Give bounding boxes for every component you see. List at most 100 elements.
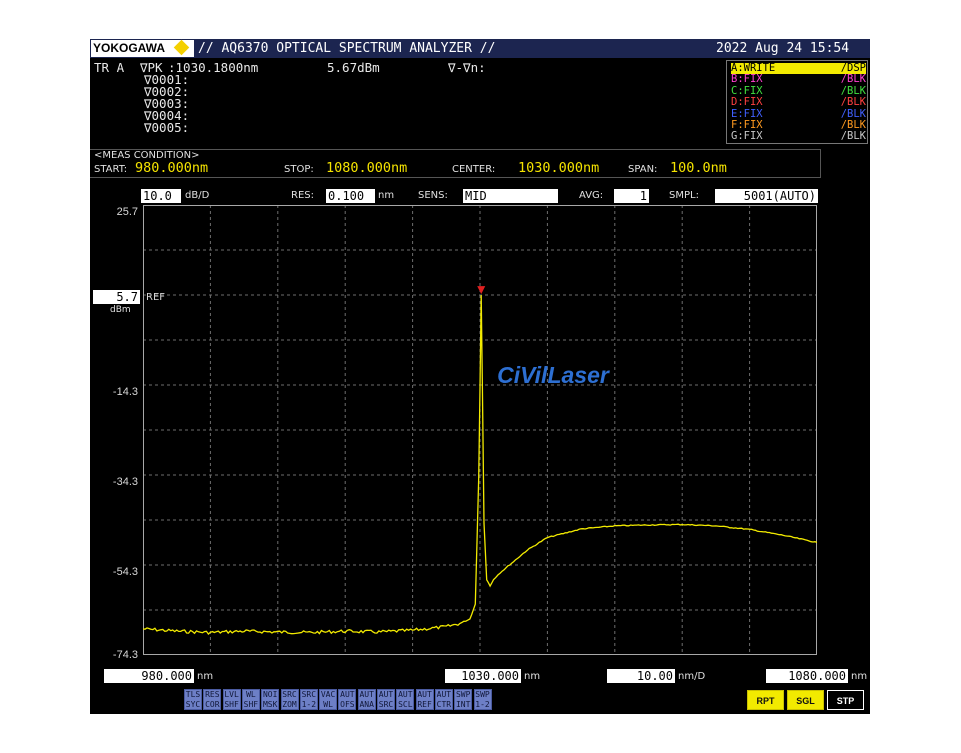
softkey-label-bottom: SHF — [224, 700, 239, 709]
softkey-label-bottom: ANA — [359, 700, 374, 709]
softkey-label-top: AUT — [417, 690, 432, 699]
start-label: START: — [94, 164, 128, 175]
softkey-label-bottom: WL — [323, 700, 333, 709]
y-tick-label: -74.3 — [112, 649, 138, 661]
softkey-button[interactable]: SRC ZOM — [280, 689, 299, 710]
y-tick-label: -54.3 — [112, 566, 138, 578]
softkey-label-top: AUT — [398, 690, 413, 699]
stop-label: STOP: — [284, 164, 314, 175]
trace-name: B:FIX — [731, 73, 763, 86]
softkey-label-bottom: INT — [455, 700, 471, 709]
softkey-label-top: NOI — [262, 690, 278, 699]
y-tick-label: -34.3 — [112, 476, 138, 488]
stop-value[interactable]: 1080.000nm — [326, 160, 407, 176]
trace-status-table: A:WRITE/DSP B:FIX/BLK C:FIX/BLK D:FIX/BLK E:… — [726, 60, 868, 144]
softkey-label-bottom: OFS — [340, 700, 355, 709]
ref-unit: dBm — [110, 305, 131, 315]
softkey-label-top: VAC — [320, 690, 336, 699]
softkey-label-bottom: SRC — [378, 700, 394, 709]
sens-field[interactable]: MID — [463, 189, 558, 203]
x-unit-stop: nm — [851, 671, 868, 682]
softkey-button[interactable]: NOI MSK — [261, 689, 280, 710]
trace-name: D:FIX — [731, 96, 763, 109]
softkey-label-top: LVL — [224, 690, 239, 699]
softkey-label-bottom: SHF — [243, 700, 259, 709]
trace-status-row[interactable]: B:FIX/BLK — [731, 74, 866, 85]
trace-status-row[interactable]: D:FIX/BLK — [731, 97, 866, 108]
x-center-field[interactable]: 1030.000 — [445, 669, 521, 683]
span-value[interactable]: 100.0nm — [670, 160, 727, 176]
sweep-stp-button[interactable]: STP — [827, 690, 864, 710]
sweep-sgl-button[interactable]: SGL — [787, 690, 824, 710]
softkey-label-top: WL — [246, 690, 256, 699]
trace-name: C:FIX — [731, 84, 763, 97]
softkey-button[interactable]: RES COR — [203, 689, 222, 710]
softkey-button[interactable]: TLS SYC — [184, 689, 202, 710]
softkey-label-bottom: 1-2 — [475, 700, 490, 709]
x-unit-start: nm — [197, 671, 214, 682]
watermark-logo: CiVilLaser — [497, 362, 610, 388]
softkey-button[interactable]: AUT SCL — [396, 689, 415, 710]
softkey-button[interactable]: AUT CTR — [434, 689, 453, 710]
center-label: CENTER: — [452, 164, 496, 175]
scale-unit: dB/D — [185, 190, 210, 201]
osa-screen: YOKOGAWA // AQ6370 OPTICAL SPECTRUM ANAL… — [90, 39, 870, 714]
softkey-label-top: RES — [205, 690, 220, 699]
x-start-field[interactable]: 980.000 — [104, 669, 194, 683]
delta-marker-label: ∇-∇n: — [448, 60, 486, 75]
x-per-div-field[interactable]: 10.00 — [607, 669, 675, 683]
trace-mode: /BLK — [840, 96, 866, 109]
sens-label: SENS: — [418, 190, 448, 201]
softkey-button[interactable]: LVL SHF — [222, 689, 241, 710]
softkey-button[interactable]: SWP INT — [454, 689, 473, 710]
softkey-button[interactable]: SRC 1-2 — [299, 689, 318, 710]
sweep-rpt-button[interactable]: RPT — [747, 690, 784, 710]
avg-field[interactable]: 1 — [614, 189, 649, 203]
softkey-label-top: AUT — [436, 690, 452, 699]
res-field[interactable]: 0.100 — [326, 189, 375, 203]
smpl-field[interactable]: 5001(AUTO) — [715, 189, 818, 203]
span-label: SPAN: — [628, 164, 658, 175]
trace-status-row[interactable]: F:FIX/BLK — [731, 120, 866, 131]
softkey-button[interactable]: VAC WL — [319, 689, 338, 710]
softkey-label-bottom: REF — [417, 700, 432, 709]
peak-marker-icon[interactable] — [477, 286, 486, 295]
ref-level-field[interactable]: 5.7 — [93, 290, 140, 304]
softkey-label-bottom: SCL — [398, 700, 413, 709]
softkey-label-bottom: ZOM — [282, 700, 297, 709]
x-unit-center: nm — [524, 671, 541, 682]
softkey-label-top: SRC — [301, 690, 317, 699]
softkey-button[interactable]: SWP 1-2 — [473, 689, 492, 710]
res-unit: nm — [378, 190, 395, 201]
spectrum-plot[interactable]: CiVilLaser — [143, 205, 817, 655]
scale-field[interactable]: 10.0 — [141, 189, 181, 203]
softkey-button[interactable]: AUT OFS — [338, 689, 357, 710]
softkey-label-top: AUT — [378, 690, 394, 699]
marker-5: ∇0005: — [144, 120, 190, 135]
trace-mode: /BLK — [840, 84, 866, 97]
x-stop-field[interactable]: 1080.000 — [766, 669, 848, 683]
x-per-div-unit: nm/D — [678, 671, 706, 682]
softkey-label-top: SWP — [455, 690, 471, 699]
softkey-label-top: SWP — [475, 690, 490, 699]
softkey-button[interactable]: AUT SRC — [377, 689, 395, 710]
softkey-label-bottom: SYC — [185, 700, 201, 709]
trace-name: A:WRITE — [731, 62, 776, 74]
trace-status-row[interactable]: G:FIX/BLK — [731, 131, 866, 142]
y-tick-label: 25.7 — [116, 206, 138, 218]
app-title: // AQ6370 OPTICAL SPECTRUM ANALYZER // — [198, 41, 496, 56]
softkey-button[interactable]: WL SHF — [241, 689, 260, 710]
softkey-button[interactable]: AUT ANA — [357, 689, 376, 710]
trace-status-row[interactable]: C:FIX/BLK — [731, 84, 866, 97]
trace-status-row[interactable]: E:FIX/BLK — [731, 108, 866, 120]
trace-mode: /BLK — [840, 73, 866, 86]
trace-mode: /DSP — [840, 62, 866, 74]
softkey-label-bottom: CTR — [436, 700, 452, 709]
softkey-label-top: AUT — [340, 690, 355, 699]
center-value[interactable]: 1030.000nm — [518, 160, 599, 176]
start-value[interactable]: 980.000nm — [135, 160, 208, 176]
trace-status-row[interactable]: A:WRITE/DSP — [731, 63, 866, 74]
softkey-button[interactable]: AUT REF — [415, 689, 434, 710]
avg-label: AVG: — [579, 190, 604, 201]
softkey-label-bottom: COR — [205, 700, 220, 709]
